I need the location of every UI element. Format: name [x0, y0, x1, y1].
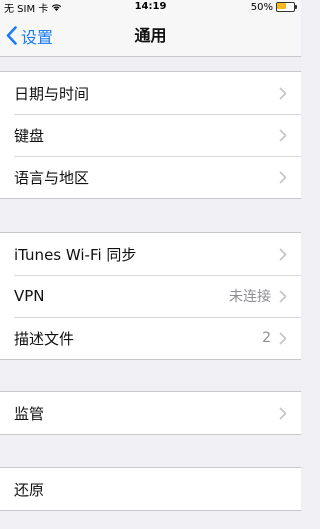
row-label: VPN [14, 287, 45, 305]
row-label: 监管 [14, 404, 45, 423]
battery-icon [276, 2, 298, 12]
row-profiles[interactable]: 描述文件 2 [0, 317, 301, 359]
status-bar: 无 SIM 卡 14:19 50% [0, 0, 301, 15]
chevron-right-icon [279, 407, 287, 419]
row-itunes-wifi-sync[interactable]: iTunes Wi-Fi 同步 [0, 233, 301, 275]
battery-level-fill [277, 3, 286, 9]
chevron-left-icon [6, 26, 17, 45]
navigation-bar: 通用 设置 [0, 14, 301, 57]
settings-group-4: 还原 [0, 467, 301, 511]
row-vpn[interactable]: VPN 未连接 [0, 275, 301, 317]
chevron-right-icon [279, 332, 287, 344]
chevron-right-icon [279, 87, 287, 99]
row-label: 描述文件 [14, 329, 75, 348]
back-label: 设置 [21, 27, 54, 47]
row-label: 日期与时间 [14, 84, 90, 103]
status-right: 50% [251, 0, 298, 14]
chevron-right-icon [279, 171, 287, 183]
row-language-region[interactable]: 语言与地区 [0, 156, 301, 198]
chevron-right-icon [279, 129, 287, 141]
chevron-right-icon [279, 290, 287, 302]
row-label: iTunes Wi-Fi 同步 [14, 245, 137, 264]
battery-percent: 50% [250, 1, 273, 13]
settings-general-screen: 无 SIM 卡 14:19 50% 通用 设置 日期与时间 键盘 语言与地区 i… [0, 0, 301, 529]
back-button[interactable]: 设置 [6, 14, 53, 57]
row-label: 还原 [14, 480, 45, 499]
settings-group-2: iTunes Wi-Fi 同步 VPN 未连接 描述文件 2 [0, 232, 301, 360]
settings-group-1: 日期与时间 键盘 语言与地区 [0, 71, 301, 199]
row-supervision[interactable]: 监管 [0, 392, 301, 434]
row-reset[interactable]: 还原 [0, 468, 301, 510]
row-label: 语言与地区 [14, 168, 90, 187]
vpn-status: 未连接 [229, 289, 271, 305]
settings-group-3: 监管 [0, 391, 301, 435]
row-label: 键盘 [14, 126, 45, 145]
row-keyboard[interactable]: 键盘 [0, 114, 301, 156]
chevron-right-icon [279, 248, 287, 260]
row-date-time[interactable]: 日期与时间 [0, 72, 301, 114]
profiles-count: 2 [262, 330, 271, 346]
